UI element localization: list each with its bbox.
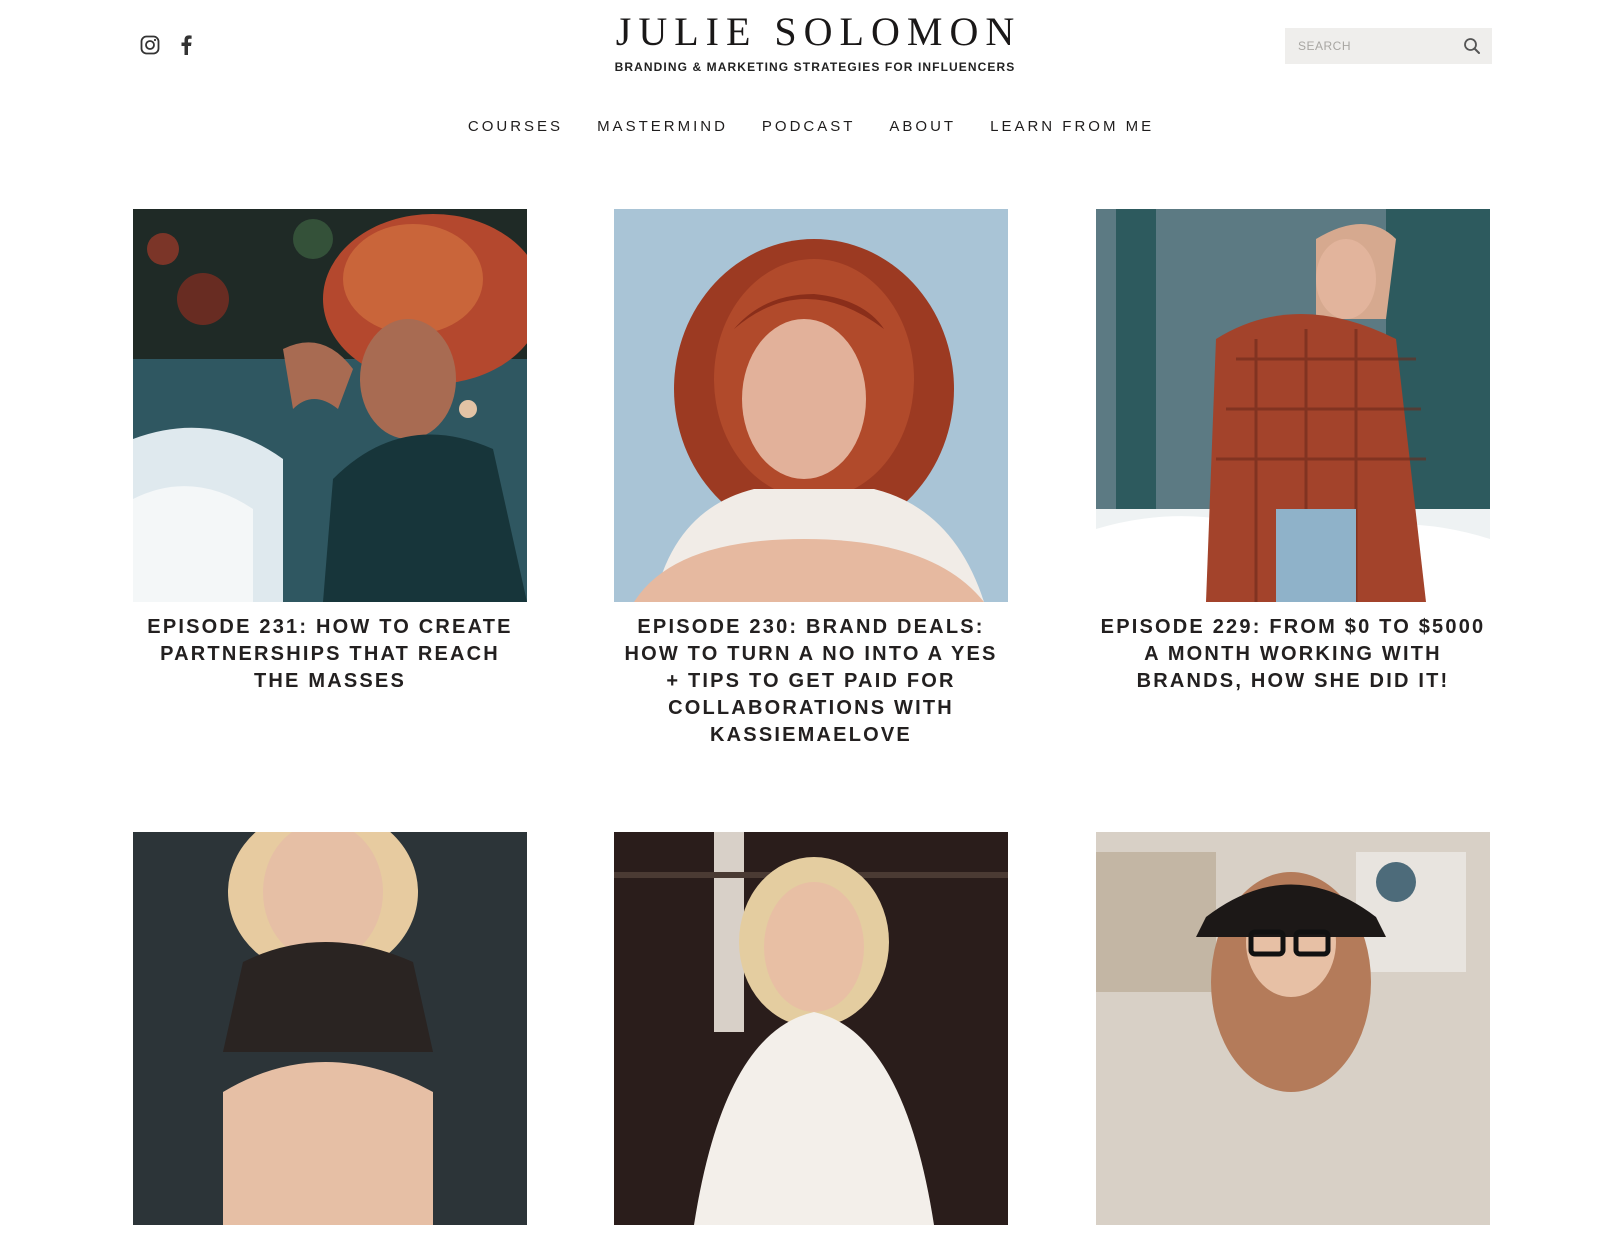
post-thumbnail[interactable] xyxy=(614,209,1008,602)
nav-item-podcast[interactable]: PODCAST xyxy=(762,118,856,135)
post-card xyxy=(133,832,527,1237)
social-links xyxy=(139,34,197,56)
post-card: EPISODE 231: HOW TO CREATE PARTNERSHIPS … xyxy=(133,209,527,695)
post-title[interactable]: EPISODE 230: BRAND DEALS: HOW TO TURN A … xyxy=(614,614,1008,749)
post-title[interactable]: EPISODE 229: FROM $0 TO $5000 A MONTH WO… xyxy=(1096,614,1490,695)
post-card xyxy=(614,832,1008,1237)
post-thumbnail[interactable] xyxy=(133,209,527,602)
post-card xyxy=(1096,832,1490,1237)
nav-item-learn-from-me[interactable]: LEARN FROM ME xyxy=(990,118,1154,135)
nav-item-mastermind[interactable]: MASTERMIND xyxy=(597,118,728,135)
post-thumbnail[interactable] xyxy=(133,832,527,1225)
post-card: EPISODE 230: BRAND DEALS: HOW TO TURN A … xyxy=(614,209,1008,749)
search-box xyxy=(1285,28,1492,64)
nav-item-about[interactable]: ABOUT xyxy=(889,118,956,135)
post-card: EPISODE 229: FROM $0 TO $5000 A MONTH WO… xyxy=(1096,209,1490,695)
post-thumbnail[interactable] xyxy=(614,832,1008,1225)
post-thumbnail[interactable] xyxy=(1096,832,1490,1225)
post-thumbnail[interactable] xyxy=(1096,209,1490,602)
brand-name: JULIE SOLOMON xyxy=(615,9,1022,54)
nav-item-courses[interactable]: COURSES xyxy=(468,118,563,135)
site-header: JULIE SOLOMON BRANDING & MARKETING STRAT… xyxy=(0,0,1600,170)
instagram-icon[interactable] xyxy=(139,34,161,56)
brand-logo[interactable]: JULIE SOLOMON BRANDING & MARKETING STRAT… xyxy=(600,8,1030,74)
facebook-icon[interactable] xyxy=(175,34,197,56)
post-title[interactable]: EPISODE 231: HOW TO CREATE PARTNERSHIPS … xyxy=(133,614,527,695)
search-input[interactable] xyxy=(1298,39,1462,53)
brand-tagline: BRANDING & MARKETING STRATEGIES FOR INFL… xyxy=(614,60,1016,74)
search-icon[interactable] xyxy=(1462,36,1482,56)
main-nav: COURSES MASTERMIND PODCAST ABOUT LEARN F… xyxy=(0,118,1600,135)
